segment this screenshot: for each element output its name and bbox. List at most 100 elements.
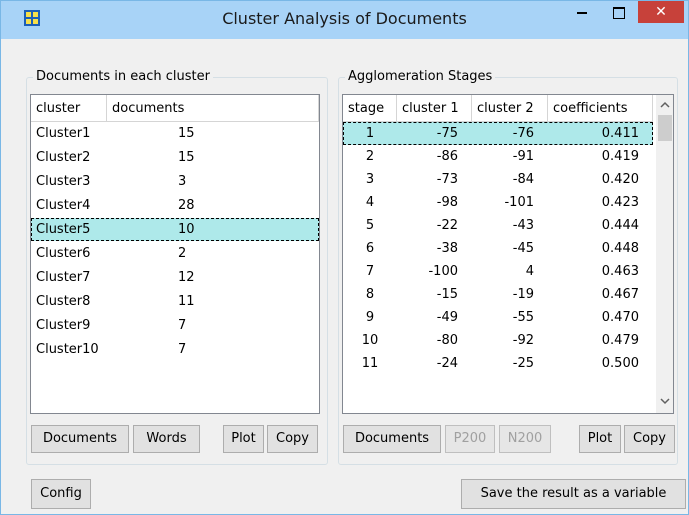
- table-cell: Cluster3: [36, 174, 91, 189]
- table-row[interactable]: 4 -98 -101 0.423: [343, 191, 653, 214]
- table-cell: 7: [365, 264, 375, 279]
- table-row[interactable]: Cluster7 12: [31, 266, 319, 289]
- table-cell: -84: [512, 172, 534, 187]
- table-row[interactable]: 10 -80 -92 0.479: [343, 329, 653, 352]
- column-header-stage[interactable]: stage: [343, 95, 397, 122]
- table-cell: 10: [178, 222, 195, 237]
- table-cell: Cluster10: [36, 342, 99, 357]
- table-cell: 3: [365, 172, 375, 187]
- table-cell: Cluster4: [36, 198, 91, 213]
- column-header-documents[interactable]: documents: [107, 95, 319, 122]
- n200-button[interactable]: N200: [499, 425, 551, 453]
- table-cell: -91: [512, 149, 534, 164]
- table-row[interactable]: 7 -100 4 0.463: [343, 260, 653, 283]
- table-cell: 8: [365, 287, 375, 302]
- table-cell: 11: [361, 356, 379, 371]
- column-header-cluster-1[interactable]: cluster 1: [397, 95, 472, 122]
- agglomeration-stage-list[interactable]: stage cluster 1 cluster 2 coefficients 1…: [342, 94, 674, 414]
- table-cell: Cluster5: [36, 222, 91, 237]
- config-button[interactable]: Config: [31, 479, 91, 509]
- table-cell: 0.423: [601, 195, 639, 210]
- table-row[interactable]: 9 -49 -55 0.470: [343, 306, 653, 329]
- table-cell: -80: [436, 333, 458, 348]
- table-row[interactable]: Cluster5 10: [31, 218, 319, 241]
- table-row[interactable]: 3 -73 -84 0.420: [343, 168, 653, 191]
- table-cell: 9: [365, 310, 375, 325]
- table-cell: 7: [178, 342, 187, 357]
- table-cell: 0.500: [601, 356, 639, 371]
- table-row[interactable]: 1 -75 -76 0.411: [343, 122, 653, 145]
- table-cell: 0.470: [601, 310, 639, 325]
- title-bar[interactable]: Cluster Analysis of Documents ✕: [1, 1, 688, 39]
- table-cell: Cluster1: [36, 126, 91, 141]
- table-cell: 6: [365, 241, 375, 256]
- table-cell: 0.463: [601, 264, 639, 279]
- table-cell: 0.420: [601, 172, 639, 187]
- scroll-up-icon[interactable]: [660, 101, 670, 109]
- table-cell: -75: [436, 126, 458, 141]
- plot-button-right[interactable]: Plot: [579, 425, 621, 453]
- save-result-button[interactable]: Save the result as a variable: [461, 479, 686, 509]
- table-cell: -22: [436, 218, 458, 233]
- documents-cluster-group-label: Documents in each cluster: [33, 69, 213, 84]
- table-row[interactable]: 11 -24 -25 0.500: [343, 352, 653, 375]
- table-row[interactable]: Cluster4 28: [31, 194, 319, 217]
- documents-button-left[interactable]: Documents: [31, 425, 129, 453]
- words-button[interactable]: Words: [133, 425, 200, 453]
- table-cell: -100: [428, 264, 458, 279]
- column-header-cluster[interactable]: cluster: [31, 95, 107, 122]
- table-cell: -86: [436, 149, 458, 164]
- table-row[interactable]: 5 -22 -43 0.444: [343, 214, 653, 237]
- table-row[interactable]: Cluster6 2: [31, 242, 319, 265]
- table-cell: 15: [178, 126, 195, 141]
- table-cell: Cluster7: [36, 270, 91, 285]
- stage-list-scrollbar[interactable]: [656, 95, 673, 413]
- maximize-icon[interactable]: [603, 1, 633, 25]
- table-cell: -101: [504, 195, 534, 210]
- table-cell: 0.479: [601, 333, 639, 348]
- table-cell: -49: [436, 310, 458, 325]
- minimize-icon[interactable]: [567, 1, 597, 25]
- table-cell: -24: [436, 356, 458, 371]
- table-cell: -92: [512, 333, 534, 348]
- stage-list-scroll-thumb[interactable]: [658, 115, 672, 141]
- copy-button-right[interactable]: Copy: [624, 425, 675, 453]
- table-row[interactable]: Cluster3 3: [31, 170, 319, 193]
- table-row[interactable]: 8 -15 -19 0.467: [343, 283, 653, 306]
- table-row[interactable]: Cluster1 15: [31, 122, 319, 145]
- table-cell: 12: [178, 270, 195, 285]
- plot-button-left[interactable]: Plot: [223, 425, 264, 453]
- table-cell: -45: [512, 241, 534, 256]
- table-cell: Cluster9: [36, 318, 91, 333]
- copy-button-left[interactable]: Copy: [267, 425, 318, 453]
- table-cell: 28: [178, 198, 195, 213]
- table-cell: 3: [178, 174, 187, 189]
- p200-button[interactable]: P200: [445, 425, 495, 453]
- cluster-list-header: cluster documents: [31, 95, 319, 122]
- table-row[interactable]: Cluster8 11: [31, 290, 319, 313]
- table-cell: -15: [436, 287, 458, 302]
- scroll-down-icon[interactable]: [660, 397, 670, 405]
- table-cell: 7: [178, 318, 187, 333]
- cluster-document-list[interactable]: cluster documents Cluster1 15 Cluster2 15 Cl…: [30, 94, 320, 414]
- table-row[interactable]: 2 -86 -91 0.419: [343, 145, 653, 168]
- table-cell: Cluster6: [36, 246, 91, 261]
- table-row[interactable]: Cluster10 7: [31, 338, 319, 361]
- table-row[interactable]: Cluster2 15: [31, 146, 319, 169]
- table-row[interactable]: 6 -38 -45 0.448: [343, 237, 653, 260]
- stage-list-header: stage cluster 1 cluster 2 coefficients: [343, 95, 653, 122]
- agglomeration-group-label: Agglomeration Stages: [345, 69, 496, 84]
- table-cell: 0.444: [601, 218, 639, 233]
- table-cell: -38: [436, 241, 458, 256]
- column-header-coefficients[interactable]: coefficients: [548, 95, 653, 122]
- table-cell: -98: [436, 195, 458, 210]
- table-cell: 2: [178, 246, 187, 261]
- table-cell: 0.419: [601, 149, 639, 164]
- table-cell: 11: [178, 294, 195, 309]
- close-icon[interactable]: ✕: [638, 1, 684, 23]
- column-header-cluster-2[interactable]: cluster 2: [472, 95, 548, 122]
- table-cell: -43: [512, 218, 534, 233]
- table-cell: 0.411: [601, 126, 639, 141]
- documents-button-right[interactable]: Documents: [343, 425, 441, 453]
- table-row[interactable]: Cluster9 7: [31, 314, 319, 337]
